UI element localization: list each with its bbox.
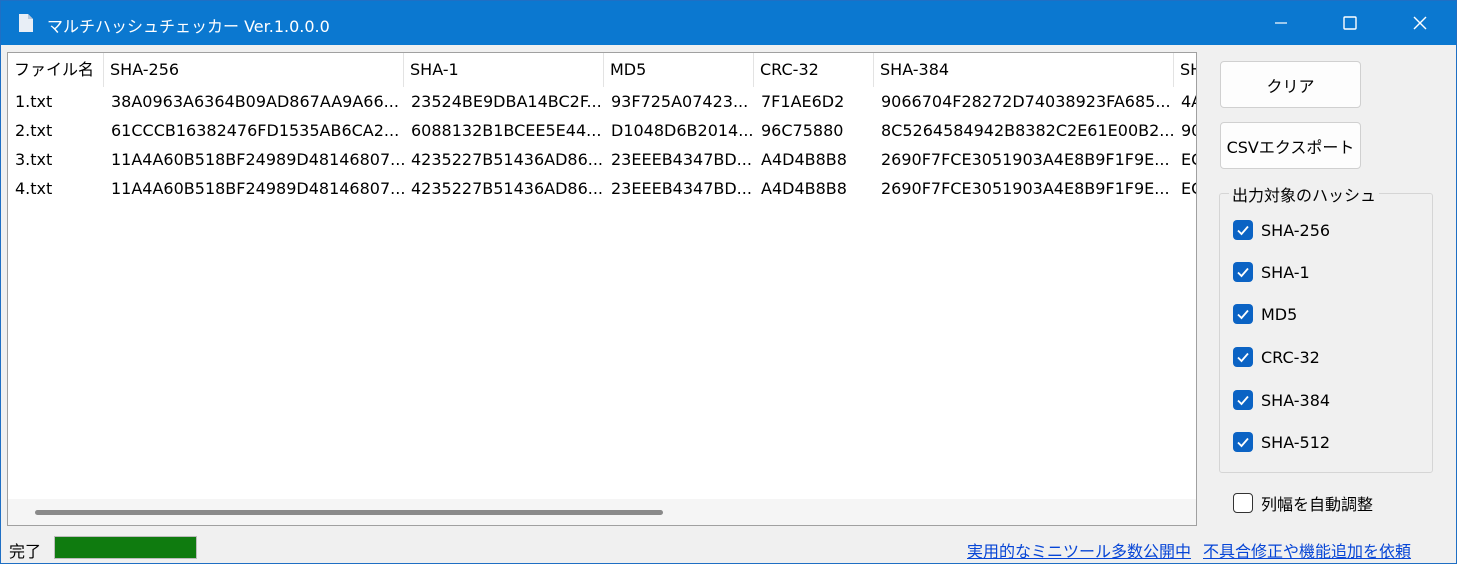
cell-crc32: 7F1AE6D2 xyxy=(761,92,845,111)
cell-filename: 4.txt xyxy=(15,179,53,198)
cell-crc32: 96C75880 xyxy=(761,121,844,140)
cell-sha384: 9066704F28272D74038923FA685... xyxy=(881,92,1171,111)
title-bar[interactable]: マルチハッシュチェッカー Ver.1.0.0.0 xyxy=(1,1,1456,45)
checkbox-label: MD5 xyxy=(1261,304,1298,324)
checkmark-icon[interactable] xyxy=(1233,432,1253,452)
cell-sha512: 4A xyxy=(1181,92,1196,111)
minimize-icon xyxy=(1275,17,1287,29)
checkmark-icon[interactable] xyxy=(1233,220,1253,240)
grid-header: ファイル名 SHA-256 SHA-1 MD5 CRC-32 SHA-384 S… xyxy=(8,53,1196,87)
csv-export-button[interactable]: CSVエクスポート xyxy=(1220,122,1361,169)
cell-sha1: 4235227B51436AD86... xyxy=(411,179,604,198)
checkbox-label: SHA-1 xyxy=(1261,262,1310,282)
column-header-md5[interactable]: MD5 xyxy=(604,53,754,87)
checkbox-box[interactable] xyxy=(1233,493,1253,513)
cell-sha1: 4235227B51436AD86... xyxy=(411,150,604,169)
cell-crc32: A4D4B8B8 xyxy=(761,179,847,198)
checkbox-label: SHA-512 xyxy=(1261,432,1331,452)
maximize-button[interactable] xyxy=(1315,1,1385,45)
column-header-sha1[interactable]: SHA-1 xyxy=(404,53,604,87)
table-row[interactable]: 3.txt 11A4A60B518BF24989D48146807... 423… xyxy=(8,145,1196,174)
request-link[interactable]: 不具合修正や機能追加を依頼 xyxy=(1203,538,1411,562)
cell-filename: 2.txt xyxy=(15,121,53,140)
checkmark-icon[interactable] xyxy=(1233,347,1253,367)
mini-tools-link[interactable]: 実用的なミニツール多数公開中 xyxy=(967,538,1191,562)
close-icon xyxy=(1413,16,1427,30)
cell-sha512: 90 xyxy=(1181,121,1196,140)
cell-md5: 93F725A07423... xyxy=(611,92,749,111)
hash-options-title: 出力対象のハッシュ xyxy=(1229,182,1380,206)
checkbox-sha256[interactable]: SHA-256 xyxy=(1233,219,1330,241)
column-header-sha512[interactable]: SH xyxy=(1174,53,1196,87)
cell-md5: 23EEEB4347BD... xyxy=(611,150,752,169)
checkbox-label: SHA-384 xyxy=(1261,390,1331,410)
close-button[interactable] xyxy=(1385,1,1455,45)
table-row[interactable]: 4.txt 11A4A60B518BF24989D48146807... 423… xyxy=(8,174,1196,203)
window-title: マルチハッシュチェッカー Ver.1.0.0.0 xyxy=(47,17,330,36)
checkmark-icon[interactable] xyxy=(1233,390,1253,410)
cell-sha512: EC xyxy=(1181,150,1196,169)
app-window: マルチハッシュチェッカー Ver.1.0.0.0 ファイル名 SHA-256 S… xyxy=(0,0,1457,564)
cell-filename: 3.txt xyxy=(15,150,53,169)
checkbox-label: 列幅を自動調整 xyxy=(1261,495,1374,514)
checkbox-sha384[interactable]: SHA-384 xyxy=(1233,389,1330,411)
cell-sha256: 38A0963A6364B09AD867AA9A66... xyxy=(111,92,399,111)
cell-sha256: 61CCCB16382476FD1535AB6CA2... xyxy=(111,121,400,140)
clear-button[interactable]: クリア xyxy=(1220,61,1361,108)
horizontal-scrollbar[interactable] xyxy=(8,499,1196,525)
cell-sha512: EC xyxy=(1181,179,1196,198)
cell-sha1: 23524BE9DBA14BC2F... xyxy=(411,92,602,111)
column-header-sha256[interactable]: SHA-256 xyxy=(104,53,404,87)
cell-sha384: 8C5264584942B8382C2E61E00B2... xyxy=(881,121,1174,140)
cell-sha1: 6088132B1BCEE5E44... xyxy=(411,121,602,140)
column-header-filename[interactable]: ファイル名 xyxy=(8,53,104,87)
checkbox-sha512[interactable]: SHA-512 xyxy=(1233,431,1330,453)
cell-filename: 1.txt xyxy=(15,92,53,111)
table-row[interactable]: 1.txt 38A0963A6364B09AD867AA9A66... 2352… xyxy=(8,87,1196,116)
hash-grid[interactable]: ファイル名 SHA-256 SHA-1 MD5 CRC-32 SHA-384 S… xyxy=(7,52,1197,526)
checkbox-label: SHA-256 xyxy=(1261,220,1331,240)
checkbox-sha1[interactable]: SHA-1 xyxy=(1233,261,1310,283)
column-header-crc32[interactable]: CRC-32 xyxy=(754,53,874,87)
checkbox-md5[interactable]: MD5 xyxy=(1233,303,1297,325)
checkbox-label: CRC-32 xyxy=(1261,347,1320,367)
cell-sha256: 11A4A60B518BF24989D48146807... xyxy=(111,150,404,169)
checkmark-icon[interactable] xyxy=(1233,262,1253,282)
cell-md5: D1048D6B2014... xyxy=(611,121,754,140)
checkbox-auto-width[interactable]: 列幅を自動調整 xyxy=(1233,492,1373,514)
checkbox-crc32[interactable]: CRC-32 xyxy=(1233,346,1320,368)
maximize-icon xyxy=(1343,16,1357,30)
cell-crc32: A4D4B8B8 xyxy=(761,150,847,169)
cell-sha384: 2690F7FCE3051903A4E8B9F1F9E... xyxy=(881,179,1170,198)
progress-fill xyxy=(55,537,196,558)
cell-sha256: 11A4A60B518BF24989D48146807... xyxy=(111,179,404,198)
minimize-button[interactable] xyxy=(1246,1,1316,45)
status-text: 完了 xyxy=(9,542,42,561)
checkmark-icon[interactable] xyxy=(1233,304,1253,324)
cell-sha384: 2690F7FCE3051903A4E8B9F1F9E... xyxy=(881,150,1170,169)
column-header-sha384[interactable]: SHA-384 xyxy=(874,53,1174,87)
progress-bar xyxy=(54,536,197,559)
table-row[interactable]: 2.txt 61CCCB16382476FD1535AB6CA2... 6088… xyxy=(8,116,1196,145)
document-icon xyxy=(19,14,33,32)
scrollbar-thumb[interactable] xyxy=(35,510,663,515)
cell-md5: 23EEEB4347BD... xyxy=(611,179,752,198)
